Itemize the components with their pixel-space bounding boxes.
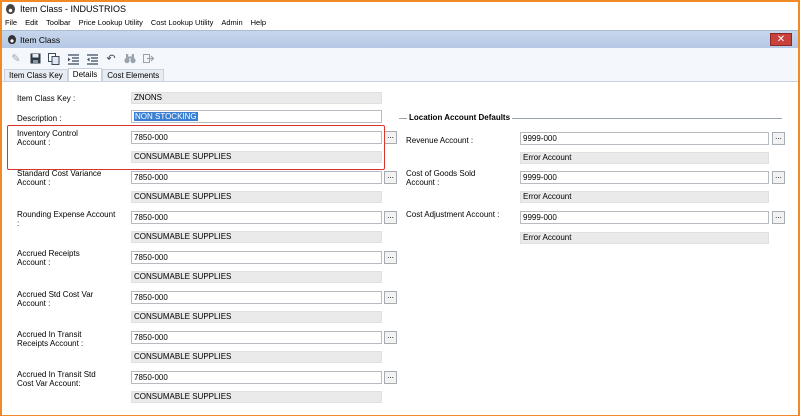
tab-strip: Item Class Key Details Cost Elements [2,68,798,82]
std-cost-variance-lookup-button[interactable]: ... [384,171,397,184]
accrued-in-transit-std-cost-var-description: CONSUMABLE SUPPLIES [131,391,382,403]
rounding-expense-label-2: : [17,219,20,228]
save-icon[interactable] [28,52,42,66]
accrued-receipts-label-1: Accrued Receipts [17,249,80,258]
accrued-in-transit-std-cost-var-label-2: Cost Var Account: [17,379,81,388]
cogs-account-label-1: Cost of Goods Sold [406,169,476,178]
accrued-std-cost-var-label-2: Account : [17,299,51,308]
description-selected-text: NON STOCKING [134,112,198,121]
revenue-account-description: Error Account [520,152,769,164]
item-class-window: Item Class ✕ ✎ ↶ Item Class Key Details … [2,30,798,415]
cogs-account-lookup-button[interactable]: ... [772,171,785,184]
cost-adjustment-account-input[interactable]: 9999-000 [520,211,769,224]
highlight-annotation-box [7,125,385,170]
rounding-expense-description: CONSUMABLE SUPPLIES [131,231,382,243]
std-cost-variance-description: CONSUMABLE SUPPLIES [131,191,382,203]
cost-adjustment-account-label: Cost Adjustment Account : [406,210,500,219]
accrued-in-transit-std-cost-var-label-1: Accrued In Transit Std [17,370,96,379]
window-title: Item Class - INDUSTRIOS [20,4,127,14]
revenue-account-label: Revenue Account : [406,136,474,145]
cogs-account-input[interactable]: 9999-000 [520,171,769,184]
accrued-std-cost-var-label-1: Accrued Std Cost Var [17,290,94,299]
cogs-account-label-2: Account : [406,178,440,187]
child-titlebar: Item Class ✕ [2,31,798,48]
binoculars-icon[interactable] [123,52,137,66]
rounding-expense-label-1: Rounding Expense Account [17,210,116,219]
cogs-account-description: Error Account [520,191,769,203]
edit-icon[interactable]: ✎ [9,52,23,66]
item-class-key-label: Item Class Key : [17,94,76,103]
revenue-account-input[interactable]: 9999-000 [520,132,769,145]
accrued-in-transit-receipts-label-1: Accrued In Transit [17,330,82,339]
child-window-title: Item Class [20,34,61,45]
rounding-expense-lookup-button[interactable]: ... [384,211,397,224]
menu-bar: File Edit Toolbar Price Lookup Utility C… [2,16,798,28]
inventory-control-lookup-button[interactable]: ... [384,131,397,144]
accrued-in-transit-receipts-description: CONSUMABLE SUPPLIES [131,351,382,363]
accrued-in-transit-receipts-lookup-button[interactable]: ... [384,331,397,344]
accrued-receipts-description: CONSUMABLE SUPPLIES [131,271,382,283]
menu-cost-lookup-utility[interactable]: Cost Lookup Utility [151,18,214,27]
item-class-key-value: ZNONS [131,92,382,104]
toolbar: ✎ ↶ [2,48,798,69]
cost-adjustment-account-description: Error Account [520,232,769,244]
app-drop-icon [6,4,15,14]
menu-toolbar[interactable]: Toolbar [46,18,71,27]
tab-details[interactable]: Details [67,68,103,81]
window-titlebar: Item Class - INDUSTRIOS [2,2,798,16]
accrued-receipts-account-input[interactable]: 7850-000 [131,251,382,264]
indent-icon[interactable] [66,52,80,66]
menu-edit[interactable]: Edit [25,18,38,27]
accrued-receipts-label-2: Account : [17,258,51,267]
export-icon[interactable] [142,52,156,66]
copy-icon[interactable] [47,52,61,66]
menu-price-lookup-utility[interactable]: Price Lookup Utility [79,18,143,27]
accrued-in-transit-receipts-label-2: Receipts Account : [17,339,84,348]
tab-cost-elements[interactable]: Cost Elements [102,69,165,81]
details-panel: Item Class Key : ZNONS Description : NON… [2,82,798,415]
undo-icon[interactable]: ↶ [104,52,118,66]
std-cost-variance-label-1: Standard Cost Variance [17,169,102,178]
menu-file[interactable]: File [5,18,17,27]
description-input[interactable]: NON STOCKING [131,110,382,123]
child-drop-icon [8,35,16,44]
rounding-expense-account-input[interactable]: 7850-000 [131,211,382,224]
menu-help[interactable]: Help [251,18,266,27]
menu-admin[interactable]: Admin [221,18,242,27]
cost-adjustment-account-lookup-button[interactable]: ... [772,211,785,224]
accrued-in-transit-std-cost-var-lookup-button[interactable]: ... [384,371,397,384]
revenue-account-lookup-button[interactable]: ... [772,132,785,145]
accrued-in-transit-std-cost-var-account-input[interactable]: 7850-000 [131,371,382,384]
accrued-std-cost-var-account-input[interactable]: 7850-000 [131,291,382,304]
std-cost-variance-account-input[interactable]: 7850-000 [131,171,382,184]
accrued-std-cost-var-lookup-button[interactable]: ... [384,291,397,304]
std-cost-variance-label-2: Account : [17,178,51,187]
accrued-std-cost-var-description: CONSUMABLE SUPPLIES [131,311,382,323]
accrued-in-transit-receipts-account-input[interactable]: 7850-000 [131,331,382,344]
close-button[interactable]: ✕ [770,33,792,46]
description-label: Description : [17,114,62,123]
outdent-icon[interactable] [85,52,99,66]
tab-item-class-key[interactable]: Item Class Key [4,69,68,81]
location-account-defaults-title: Location Account Defaults [407,113,513,122]
accrued-receipts-lookup-button[interactable]: ... [384,251,397,264]
